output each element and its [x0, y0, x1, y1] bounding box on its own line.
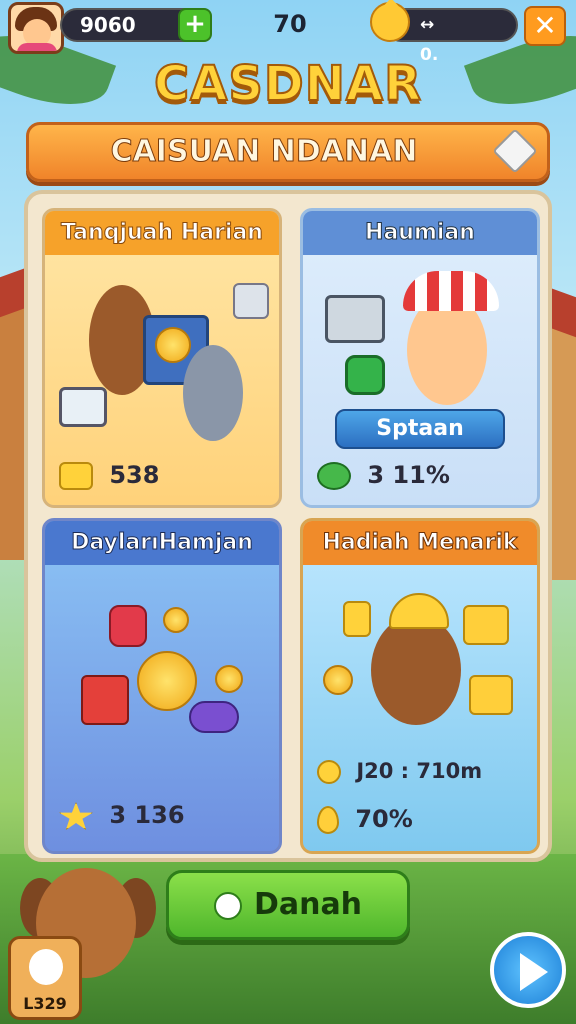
card-footer: 3 136: [59, 801, 185, 841]
card-title: Haumian: [303, 211, 537, 255]
main-action-label: Danah: [253, 887, 363, 922]
footer-value-b: 70%: [355, 805, 413, 833]
footer-value: 3 136: [109, 801, 185, 829]
card-haumian[interactable]: Haumian Sptaan 3 11%: [300, 208, 540, 508]
gem-drop-icon: [317, 806, 339, 834]
banner-text: CAISUAN NDANAN: [110, 134, 418, 170]
small-coin-icon: [215, 665, 243, 693]
cheese-icon: [59, 462, 93, 490]
add-coins-button[interactable]: +: [178, 8, 212, 42]
center-counter: 70: [273, 10, 307, 38]
card-title: DaylarıHamjan: [45, 521, 279, 565]
inventory-button[interactable]: L329: [8, 936, 82, 1020]
striped-hat-icon: [403, 271, 499, 311]
card-footer-bottom: 70%: [317, 805, 413, 845]
sparkle-icon: [213, 891, 242, 920]
printer-icon: [233, 283, 269, 319]
card-art: [45, 565, 279, 785]
avatar-shirt: [17, 43, 57, 51]
crown-icon: [370, 0, 410, 42]
title-banner: CAISUAN NDANAN: [26, 122, 550, 182]
gift-box-icon: [81, 675, 129, 725]
coin-icon: [155, 327, 191, 363]
card-footer-top: J20 : 710m: [317, 759, 482, 799]
footer-value-a: J20 : 710m: [356, 759, 483, 783]
card-art: [303, 255, 537, 405]
top-hud: 9060 + 70 ↔ 0. ✕: [0, 0, 576, 65]
bear-character: [371, 615, 461, 725]
elf-character: [407, 295, 487, 405]
egg-icon: [29, 949, 63, 985]
tablet-icon: [59, 387, 107, 427]
diamond-icon[interactable]: [492, 128, 538, 174]
inventory-label: L329: [23, 994, 67, 1013]
main-action-button[interactable]: Danah: [166, 870, 410, 940]
footer-value: 538: [109, 461, 160, 489]
game-title: CASDNAR: [153, 55, 423, 113]
secondary-counter-icon: ↔: [420, 15, 435, 35]
star-icon: [59, 802, 93, 830]
gold-chest-icon: [469, 675, 513, 715]
card-footer: 3 11%: [317, 461, 450, 501]
coin-stack-icon: [323, 665, 353, 695]
card-art: [303, 565, 537, 765]
reward-panel: Tanqjuah Harian 538 Haumian Sptaan 3 11%: [24, 190, 552, 862]
gold-hat-icon: [389, 593, 449, 629]
purple-gem-icon: [189, 701, 239, 733]
card-title: Tanqjuah Harian: [45, 211, 279, 255]
card-daily-task[interactable]: Tanqjuah Harian 538: [42, 208, 282, 508]
photo-frame-icon: [325, 295, 385, 343]
red-gem-icon: [109, 605, 147, 647]
play-button[interactable]: [490, 932, 566, 1008]
card-title: Hadiah Menarik: [303, 521, 537, 565]
gold-bars-icon: [463, 605, 509, 645]
big-coin-icon: [137, 651, 197, 711]
sptaan-button[interactable]: Sptaan: [335, 409, 505, 449]
small-coin-icon: [163, 607, 189, 633]
card-footer: 538: [59, 461, 159, 501]
card-art: [45, 255, 279, 455]
cat-character: [183, 345, 243, 441]
close-button[interactable]: ✕: [524, 6, 566, 46]
player-avatar[interactable]: [8, 2, 64, 54]
coin-amount: 9060: [80, 13, 136, 37]
trophy-icon: [343, 601, 371, 637]
card-attractive-reward[interactable]: Hadiah Menarik J20 : 710m 70%: [300, 518, 540, 854]
checkmark-icon: [317, 462, 351, 490]
green-check-icon: [345, 355, 385, 395]
footer-value: 3 11%: [367, 461, 450, 489]
coin-icon: [317, 760, 341, 784]
card-daily-bonus[interactable]: DaylarıHamjan 3 136: [42, 518, 282, 854]
